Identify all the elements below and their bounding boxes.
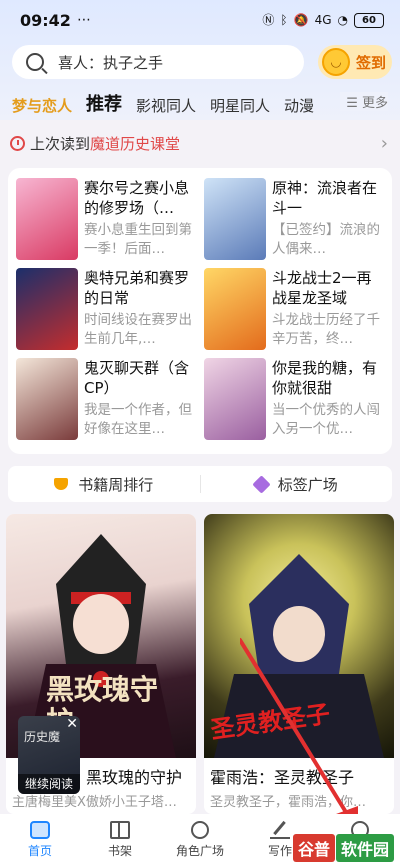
nav-label: 首页 (27, 844, 52, 858)
book-title: 原神：流浪者在斗一 (272, 179, 378, 217)
status-time: 09:42 (20, 10, 71, 30)
continue-reading-label: 继续阅读 (18, 774, 80, 794)
search-icon (26, 53, 44, 71)
home-icon (30, 821, 50, 839)
book-desc: 赛小息重生回到第一季！后面… (84, 222, 192, 257)
watermark-part1: 谷普 (292, 834, 335, 862)
continue-reading-float[interactable]: 历史魔 ✕ 继续阅读 (18, 716, 80, 794)
book-cover (16, 268, 78, 350)
book-title: 鬼灭聊天群（含CP） (84, 359, 190, 397)
book-grid: 赛尔号之赛小息的修罗场（… 赛小息重生回到第一季！后面… 原神：流浪者在斗一 【… (8, 168, 392, 454)
book-item[interactable]: 你是我的糖，有你就很甜 当一个优秀的人闯入另一个优… (204, 358, 390, 442)
status-bar: 09:42 ⋯ Ⓝ ᛒ 🔕 4G ◔ 60 (0, 0, 400, 40)
card-title: 霍雨浩：圣灵教圣子 (210, 768, 355, 787)
book-title: 你是我的糖，有你就很甜 (272, 359, 378, 397)
search-row: 喜人：执子之手 ◡ 签到 (12, 45, 392, 79)
tab-anime[interactable]: 动漫 (284, 95, 314, 116)
book-item[interactable]: 斗龙战士2一再战星龙圣域 斗龙战士历经了千辛万苦，终… (204, 268, 390, 352)
site-watermark: 谷普 软件园 (292, 834, 394, 862)
status-icons: Ⓝ ᛒ 🔕 4G ◔ 60 (262, 12, 384, 28)
book-title: 斗龙战士2一再战星龙圣域 (272, 269, 372, 307)
rank-tag-strip: 书籍周排行 标签广场 (8, 466, 392, 502)
book-desc: 我是一个作者，但好像在这里… (84, 402, 192, 437)
close-icon[interactable]: ✕ (66, 716, 78, 732)
card-desc: 圣灵教圣子，霍雨浩，你… (210, 795, 367, 810)
bookshelf-icon (110, 821, 130, 839)
book-cover (204, 268, 266, 350)
bluetooth-icon: ᛒ (280, 13, 288, 27)
trophy-icon (54, 478, 69, 490)
nav-label: 角色广场 (175, 844, 224, 858)
status-dots: ⋯ (76, 12, 92, 28)
clock-icon (10, 135, 25, 151)
book-cover (204, 178, 266, 260)
tag-square-button[interactable]: 标签广场 (201, 474, 393, 495)
last-read-prefix: 上次读到 (30, 134, 91, 153)
tag-icon (252, 474, 271, 494)
nav-bookshelf[interactable]: 书架 (80, 814, 160, 866)
card-cover: 圣灵教圣子 (204, 514, 394, 758)
last-read-bar[interactable]: 上次读到 魔道历史课堂 › (0, 128, 400, 158)
signal-icon: 4G (314, 13, 332, 27)
planet-icon (191, 821, 209, 839)
search-input[interactable]: 喜人：执子之手 (12, 45, 304, 79)
last-read-title: 魔道历史课堂 (90, 134, 181, 153)
signin-button[interactable]: ◡ 签到 (318, 45, 392, 79)
book-desc: 【已签约】流浪的人偶来… (272, 222, 380, 257)
tab-recommend[interactable]: 推荐 (86, 90, 122, 116)
book-item[interactable]: 原神：流浪者在斗一 【已签约】流浪的人偶来… (204, 178, 390, 262)
more-tabs-button[interactable]: ☰ 更多 (340, 92, 388, 111)
nav-label: 书架 (107, 844, 132, 858)
book-desc: 时间线设在赛罗出生前几年,… (84, 312, 192, 347)
weekly-rank-button[interactable]: 书籍周排行 (8, 474, 200, 495)
book-title: 赛尔号之赛小息的修罗场（… (84, 179, 190, 217)
book-title: 奥特兄弟和赛罗的日常 (84, 269, 190, 307)
tab-star-fanfic[interactable]: 明星同人 (210, 95, 270, 116)
float-cover-text: 历史魔 (24, 730, 61, 744)
battery-icon: 60 (354, 12, 384, 28)
book-cover (16, 358, 78, 440)
nav-role-square[interactable]: 角色广场 (160, 814, 240, 866)
watermark-part2: 软件园 (335, 834, 394, 862)
book-desc: 斗龙战士历经了千辛万苦，终… (272, 312, 380, 347)
mute-icon: 🔕 (293, 13, 309, 27)
book-cover (16, 178, 78, 260)
nav-label: 写作 (267, 844, 292, 858)
book-item[interactable]: 赛尔号之赛小息的修罗场（… 赛小息重生回到第一季！后面… (16, 178, 202, 262)
signin-label: 签到 (356, 53, 387, 72)
coin-face-icon: ◡ (322, 48, 350, 76)
feature-card[interactable]: 圣灵教圣子 霍雨浩：圣灵教圣子 圣灵教圣子，霍雨浩，你… (204, 514, 394, 814)
tab-film-fanfic[interactable]: 影视同人 (136, 95, 196, 116)
wifi-icon: ◔ (337, 13, 348, 27)
nfc-icon: Ⓝ (262, 13, 275, 27)
book-item[interactable]: 鬼灭聊天群（含CP） 我是一个作者，但好像在这里… (16, 358, 202, 442)
search-placeholder: 喜人：执子之手 (58, 53, 164, 72)
book-cover (204, 358, 266, 440)
tag-square-label: 标签广场 (277, 475, 338, 494)
tab-dream-lover[interactable]: 梦与恋人 (12, 95, 72, 116)
weekly-rank-label: 书籍周排行 (78, 475, 154, 494)
nav-home[interactable]: 首页 (0, 814, 80, 866)
chevron-right-icon: › (380, 132, 388, 154)
book-desc: 当一个优秀的人闯入另一个优… (272, 402, 380, 437)
book-item[interactable]: 奥特兄弟和赛罗的日常 时间线设在赛罗出生前几年,… (16, 268, 202, 352)
pen-icon (270, 821, 290, 839)
